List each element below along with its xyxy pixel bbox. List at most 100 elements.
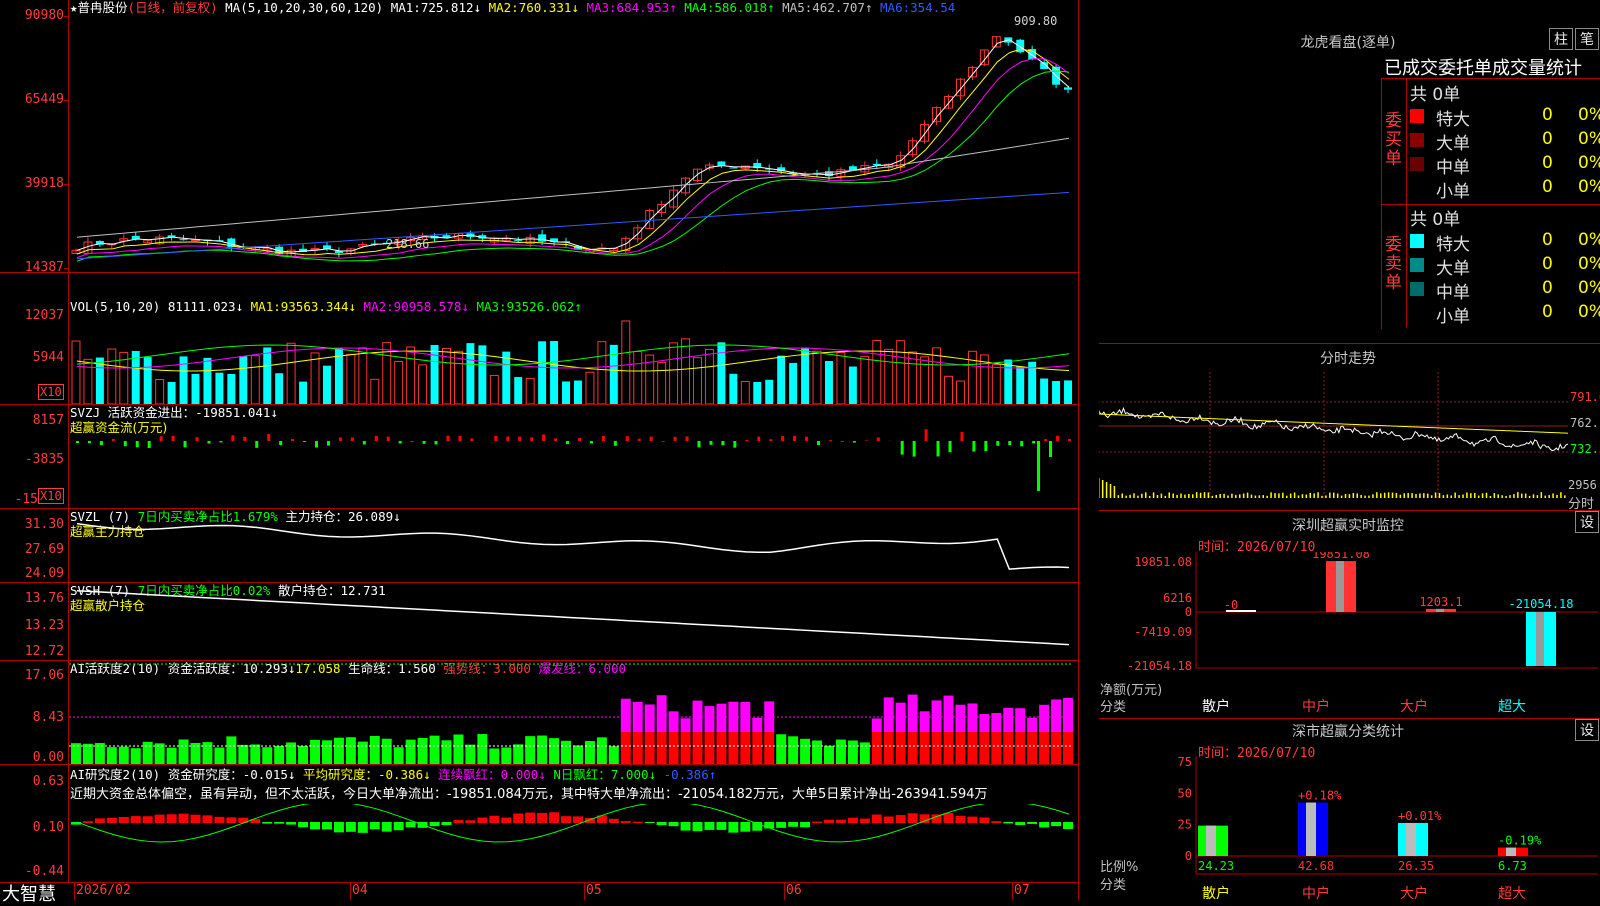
activity-bar	[657, 732, 667, 764]
fund-flow-bar	[829, 440, 832, 441]
chart-area[interactable]: ★普冉股份(日线，前复权) MA(5,10,20,30,60,120) MA1:…	[0, 0, 1078, 900]
intraday-tick: 732.5	[1570, 442, 1600, 456]
ai2-y-tick: 0.63	[0, 774, 64, 789]
intraday-volume-bar	[1157, 495, 1159, 498]
svsh-y-tick: 12.72	[0, 644, 64, 659]
activity-bar	[525, 736, 535, 764]
volume-bar	[371, 379, 379, 404]
fund-flow-bar	[219, 441, 222, 442]
fund-flow-bar	[590, 441, 593, 443]
research-bar	[167, 814, 177, 823]
research-bar	[155, 815, 165, 823]
column-button[interactable]: 柱	[1549, 28, 1573, 50]
intraday-volume-bar	[1349, 494, 1351, 498]
fund-flow-bar	[1037, 441, 1040, 491]
fund-flow-bar	[255, 441, 258, 448]
svzl-y-tick: 24.09	[0, 566, 64, 581]
intraday-volume-bar	[1564, 495, 1566, 498]
monitor-category: 中户	[1302, 696, 1330, 716]
fund-flow-bar	[207, 441, 210, 444]
research-bar	[836, 820, 846, 823]
class-settings-button[interactable]: 设	[1575, 719, 1599, 741]
intraday-volume-bar	[1106, 482, 1108, 498]
research-bar	[382, 822, 392, 832]
ai-activity-chart[interactable]	[69, 661, 1077, 764]
fund-flow-bar	[853, 441, 856, 443]
ma-item-6-value: 354.54	[910, 0, 955, 15]
intraday-volume-bar	[1431, 495, 1433, 498]
fund-flow-bar	[184, 441, 187, 447]
class-title: 深市超赢分类统计	[1098, 721, 1598, 741]
vol-unit-badge: X10	[38, 384, 64, 400]
activity-bar	[657, 695, 667, 732]
intraday-chart[interactable]	[1098, 372, 1568, 508]
activity-bar	[585, 741, 595, 764]
intraday-volume-bar	[1494, 493, 1496, 498]
class-divider	[1098, 718, 1600, 719]
intraday-volume-bar	[1439, 493, 1441, 498]
activity-bar	[920, 711, 930, 732]
volume-bar	[909, 352, 917, 404]
volume-bar	[992, 365, 1000, 404]
stat-title: 已成交委托单成交量统计	[1384, 54, 1582, 80]
date-label: 2026/02	[76, 883, 131, 898]
volume-chart[interactable]	[69, 316, 1077, 404]
intraday-volume-bar	[1552, 493, 1554, 498]
sell-row-count: 0	[1542, 254, 1553, 274]
fund-flow-bar	[769, 439, 772, 441]
activity-bar	[1003, 732, 1013, 764]
date-label: 07	[1014, 883, 1030, 898]
intraday-volume-bar	[1333, 493, 1335, 498]
fund-flow-bar	[387, 437, 390, 441]
star-icon[interactable]: ★	[70, 0, 78, 15]
tick-button[interactable]: 笔	[1575, 28, 1599, 50]
fund-flow-bar	[363, 441, 366, 445]
intraday-volume-bar	[1560, 492, 1562, 498]
volume-bar	[765, 380, 773, 404]
monitor-y-tick: 0	[1185, 605, 1192, 619]
ma-item-3-label: MA3:	[586, 0, 616, 15]
intraday-volume-bar	[1325, 495, 1327, 498]
class-unit-2: 分类	[1100, 874, 1126, 893]
class-chart[interactable]: 755025024.2342.68+0.18%26.35+0.01%6.73-0…	[1098, 756, 1600, 886]
volume-bar	[837, 352, 845, 404]
candlestick-chart[interactable]: ◄	[69, 16, 1077, 272]
activity-bar	[920, 732, 930, 764]
volume-bar	[753, 382, 761, 404]
volume-bar	[861, 356, 869, 404]
svzj-chart[interactable]	[69, 405, 1077, 508]
research-bar	[681, 822, 691, 831]
class-y-tick: 50	[1178, 786, 1192, 800]
intraday-divider	[1098, 343, 1600, 344]
monitor-bar-shade	[1536, 612, 1544, 666]
activity-bar	[406, 740, 416, 764]
buy-row-count: 0	[1542, 177, 1553, 197]
volume-bar	[968, 351, 976, 404]
intraday-volume-bar	[1388, 492, 1390, 498]
activity-bar	[274, 746, 284, 764]
activity-bar	[561, 741, 571, 764]
ai1-y-tick: 8.43	[0, 710, 64, 725]
activity-bar	[944, 696, 954, 732]
svsh-chart[interactable]	[69, 583, 1077, 660]
fund-flow-bar	[925, 429, 928, 441]
panel-separator[interactable]	[1078, 0, 1099, 900]
intraday-volume-bar	[1114, 486, 1116, 498]
low-price-label: 218.66	[386, 237, 429, 251]
svsh-y-tick: 13.23	[0, 618, 64, 633]
intraday-volume-bar	[1216, 495, 1218, 498]
intraday-tick: 791.6	[1570, 390, 1600, 404]
vol-ma-1-value: 93563.344↓	[281, 299, 356, 314]
monitor-chart[interactable]: 19851.0862160-7419.09-21054.18-019851.08…	[1098, 552, 1600, 702]
monitor-settings-button[interactable]: 设	[1575, 511, 1599, 533]
date-divider	[584, 883, 585, 900]
svzl-chart[interactable]	[69, 509, 1077, 582]
chart-mode[interactable]: (日线，前复权)	[128, 0, 218, 15]
sell-row-pct: 0%	[1578, 302, 1600, 322]
volume-bar	[1016, 367, 1024, 404]
vol-ma-3-label: MA3:	[476, 299, 506, 314]
vol-y-tick: 5944	[0, 350, 64, 365]
ai-research-chart[interactable]	[69, 804, 1077, 882]
app-name[interactable]: 大智慧	[2, 880, 56, 906]
buy-row-name: 小单	[1436, 177, 1470, 202]
